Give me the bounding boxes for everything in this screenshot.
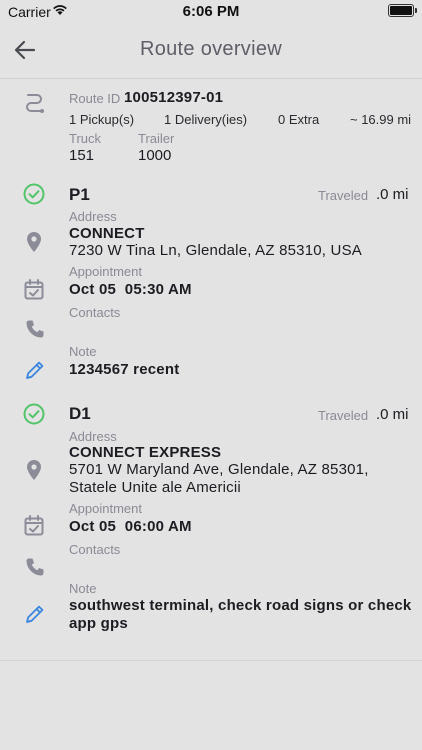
route-icon bbox=[26, 94, 44, 113]
phone-icon[interactable] bbox=[25, 319, 45, 339]
battery-icon bbox=[388, 4, 417, 17]
location-pin-icon bbox=[27, 460, 41, 480]
note-label: Note bbox=[69, 344, 97, 359]
appointment-label: Appointment bbox=[69, 264, 142, 279]
address-name: CONNECT bbox=[69, 225, 145, 242]
traveled-label: Traveled bbox=[318, 188, 369, 203]
appointment-value: Oct 05 06:00 AM bbox=[69, 518, 192, 535]
check-circle-icon bbox=[23, 403, 45, 425]
stop-name: D1 bbox=[69, 404, 91, 423]
pickups-count: 1 Pickup(s) bbox=[69, 112, 135, 127]
deliveries-count: 1 Delivery(ies) bbox=[164, 112, 248, 127]
truck-value: 151 bbox=[69, 147, 95, 164]
stop-card-p1[interactable]: P1 Traveled .0 mi Address CONNECT 7230 W… bbox=[0, 180, 422, 396]
address-label: Address bbox=[69, 429, 117, 444]
route-id-value: 100512397-01 bbox=[124, 89, 224, 106]
extra-count: 0 Extra bbox=[278, 112, 320, 127]
location-pin-icon bbox=[27, 232, 41, 252]
appointment-label: Appointment bbox=[69, 501, 142, 516]
note-text: southwest terminal, check road signs or … bbox=[69, 597, 412, 614]
address-label: Address bbox=[69, 209, 117, 224]
address-line[interactable]: 7230 W Tina Ln, Glendale, AZ 85310, USA bbox=[69, 242, 362, 259]
phone-icon[interactable] bbox=[25, 557, 45, 577]
pencil-icon[interactable] bbox=[24, 359, 46, 381]
trailer-value: 1000 bbox=[138, 147, 172, 164]
calendar-check-icon bbox=[24, 279, 44, 300]
traveled-value: .0 mi bbox=[376, 406, 409, 423]
nav-bar: Route overview bbox=[0, 22, 422, 79]
status-bar: Carrier 6:06 PM bbox=[0, 0, 422, 22]
note-text: 1234567 recent bbox=[69, 361, 180, 378]
traveled-label: Traveled bbox=[318, 408, 369, 423]
contacts-label: Contacts bbox=[69, 542, 121, 557]
stop-name: P1 bbox=[69, 185, 90, 204]
check-circle-icon bbox=[23, 183, 45, 205]
note-label: Note bbox=[69, 581, 97, 596]
traveled-value: .0 mi bbox=[376, 186, 409, 203]
contacts-label: Contacts bbox=[69, 305, 121, 320]
pencil-icon[interactable] bbox=[24, 603, 46, 625]
route-distance: ~ 16.99 mi bbox=[350, 112, 412, 127]
calendar-check-icon bbox=[24, 515, 44, 536]
address-line[interactable]: Statele Unite ale Americii bbox=[69, 479, 241, 496]
route-id-label: Route ID bbox=[69, 91, 121, 106]
note-text: app gps bbox=[69, 615, 128, 632]
route-summary: Route ID 100512397-01 1 Pickup(s) 1 Deli… bbox=[0, 79, 422, 180]
section-divider bbox=[0, 660, 422, 661]
address-line[interactable]: 5701 W Maryland Ave, Glendale, AZ 85301, bbox=[69, 461, 369, 478]
clock: 6:06 PM bbox=[182, 3, 240, 20]
stop-card-d1[interactable]: D1 Traveled .0 mi Address CONNECT EXPRES… bbox=[0, 400, 422, 660]
address-name: CONNECT EXPRESS bbox=[69, 444, 222, 461]
appointment-value: Oct 05 05:30 AM bbox=[69, 281, 192, 298]
page-title: Route overview bbox=[139, 38, 283, 60]
trailer-label: Trailer bbox=[138, 131, 175, 146]
truck-label: Truck bbox=[69, 131, 102, 146]
